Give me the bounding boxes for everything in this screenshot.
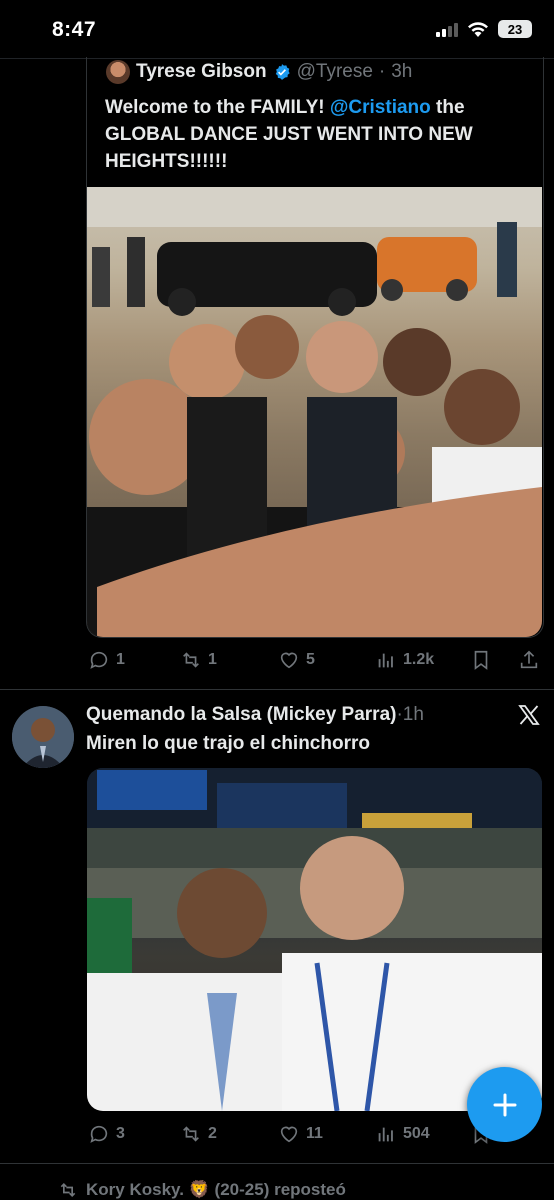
quoted-separator: ·	[378, 61, 386, 82]
stadium-selfie-image	[87, 768, 542, 1111]
repost-button[interactable]: 1	[180, 649, 217, 671]
repost-button[interactable]: 2	[180, 1123, 217, 1145]
avatar-image	[12, 706, 74, 768]
tweet-divider	[0, 689, 554, 690]
reply-count: 3	[116, 1125, 125, 1142]
repost-count: 2	[208, 1125, 217, 1142]
like-button[interactable]: 11	[278, 1123, 323, 1145]
plus-icon	[493, 1093, 516, 1116]
tweet2-time: 1h	[402, 704, 424, 725]
views-count: 1.2k	[403, 651, 435, 668]
x-logo-icon[interactable]	[517, 703, 541, 727]
views-count: 504	[403, 1125, 430, 1142]
quoted-handle: @Tyrese	[296, 61, 373, 82]
repost-icon	[60, 1182, 76, 1198]
reply-count: 1	[116, 651, 125, 668]
quoted-author-name[interactable]: Tyrese Gibson	[136, 61, 267, 83]
quoted-time: 3h	[391, 61, 413, 82]
bookmark-button[interactable]	[470, 649, 492, 671]
share-icon	[520, 650, 538, 669]
quoted-tweet-text: Welcome to the FAMILY! @Cristiano the GL…	[105, 94, 535, 175]
compose-button[interactable]	[467, 1067, 542, 1142]
tweet2-header: Quemando la Salsa (Mickey Parra)·1h	[86, 704, 424, 726]
quoted-tweet-header: Tyrese Gibson @Tyrese · 3h	[106, 60, 412, 84]
heart-icon	[280, 1126, 298, 1143]
analytics-icon	[378, 653, 393, 668]
status-time: 8:47	[52, 18, 97, 41]
reply-button[interactable]: 3	[88, 1123, 125, 1145]
signal-icon	[436, 21, 458, 37]
analytics-icon	[378, 1127, 393, 1142]
quoted-avatar[interactable]	[106, 60, 130, 84]
reply-icon	[90, 1125, 108, 1143]
tweet2-photo[interactable]	[87, 768, 542, 1111]
repost-count: 1	[208, 651, 217, 668]
quoted-text-part1: Welcome to the FAMILY!	[105, 97, 330, 118]
status-icons: 23	[436, 20, 532, 38]
mention-link[interactable]: @Cristiano	[330, 97, 431, 118]
quoted-tweet-photo[interactable]	[87, 187, 542, 637]
views-button[interactable]: 504	[375, 1123, 430, 1145]
tweet2-author-name[interactable]: Quemando la Salsa (Mickey Parra)	[86, 704, 396, 725]
like-count: 5	[306, 651, 315, 668]
group-selfie-image	[87, 187, 542, 637]
share-button[interactable]	[518, 649, 540, 671]
wifi-icon	[468, 21, 488, 37]
views-button[interactable]: 1.2k	[375, 649, 434, 671]
repost-indicator[interactable]: Kory Kosky. 🦁 (20-25) reposteó	[58, 1180, 346, 1200]
reply-button[interactable]: 1	[88, 649, 125, 671]
battery-indicator: 23	[498, 20, 532, 38]
repost-icon	[183, 652, 199, 668]
avatar[interactable]	[12, 706, 74, 768]
heart-icon	[280, 652, 298, 669]
tweet-divider	[0, 1163, 554, 1164]
repost-icon	[183, 1126, 199, 1142]
like-button[interactable]: 5	[278, 649, 315, 671]
repost-indicator-text: Kory Kosky. 🦁 (20-25) reposteó	[86, 1180, 346, 1199]
verified-badge-icon	[275, 64, 290, 80]
bookmark-icon	[474, 650, 488, 670]
tweet2-text: Miren lo que trajo el chinchorro	[86, 733, 370, 754]
like-count: 11	[306, 1125, 323, 1142]
reply-icon	[90, 651, 108, 669]
